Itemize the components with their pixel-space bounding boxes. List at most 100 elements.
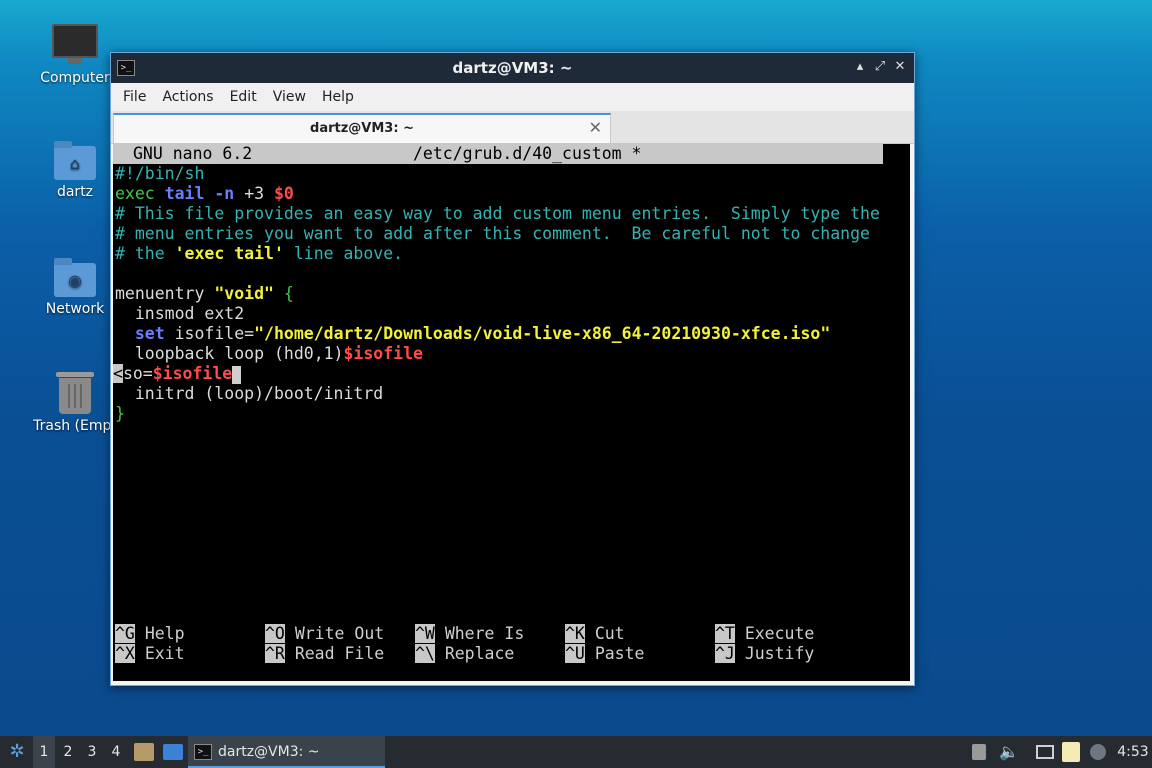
code-text: "/home/dartz/Downloads/void-live-x86_64-…: [254, 324, 831, 343]
code-line-4: # menu entries you want to add after thi…: [115, 224, 870, 244]
shortcut-key: ^X: [115, 644, 135, 663]
desktop-icon-home[interactable]: ⌂ dartz: [30, 141, 120, 200]
code-line-11: <so=$isofile: [113, 364, 242, 384]
menu-view[interactable]: View: [265, 89, 314, 105]
menu-help[interactable]: Help: [314, 89, 362, 105]
code-text: tail: [164, 184, 205, 203]
code-text: 'exec tail': [174, 244, 284, 263]
code-text: #!/bin/sh: [115, 164, 205, 183]
tab-terminal[interactable]: dartz@VM3: ~ ✕: [113, 113, 611, 143]
shortcut-label: Write Out: [294, 624, 385, 643]
computer-icon: [52, 24, 98, 64]
shortcut-key: ^U: [565, 644, 585, 663]
close-button[interactable]: ✕: [891, 58, 909, 76]
shortcut-key: ^W: [415, 624, 435, 643]
shortcut-key: ^G: [115, 624, 135, 643]
code-text: isofile=: [164, 324, 255, 343]
shortcut-label: Replace: [444, 644, 515, 663]
terminal-content[interactable]: GNU nano 6.2 /etc/grub.d/40_custom * #!/…: [113, 144, 910, 681]
shortcut-help[interactable]: ^G Help: [115, 624, 185, 644]
code-text: set: [134, 324, 165, 343]
window-titlebar[interactable]: >_ dartz@VM3: ~ ▴ ⤢ ✕: [111, 53, 914, 83]
file-manager-icon[interactable]: [134, 743, 154, 761]
nano-title-bar: GNU nano 6.2 /etc/grub.d/40_custom *: [113, 144, 883, 164]
network-folder-icon: ◉: [54, 258, 96, 297]
shortcut-label: Exit: [144, 644, 185, 663]
terminal-app-icon: >_: [194, 744, 212, 760]
desktop-icon-label: Computer: [40, 70, 110, 86]
clock[interactable]: 4:53: [1116, 736, 1150, 768]
notification-icon[interactable]: [1090, 744, 1106, 760]
home-folder-icon: ⌂: [54, 141, 96, 180]
network-icon[interactable]: [1036, 745, 1054, 759]
shortcut-read-file[interactable]: ^R Read File: [265, 644, 384, 664]
shortcut-label: Execute: [744, 624, 815, 643]
minimize-button[interactable]: ▴: [851, 58, 869, 76]
maximize-button[interactable]: ⤢: [871, 58, 889, 76]
code-line-9: set isofile="/home/dartz/Downloads/void-…: [115, 324, 830, 344]
code-text: $isofile: [152, 364, 233, 383]
code-line-12: initrd (loop)/boot/initrd: [115, 384, 383, 404]
shortcut-exit[interactable]: ^X Exit: [115, 644, 185, 664]
workspace-3[interactable]: 3: [81, 736, 103, 768]
clipboard-icon[interactable]: [972, 744, 986, 760]
desktop-icon-trash[interactable]: Trash (Empt: [30, 372, 120, 434]
tab-label: dartz@VM3: ~: [310, 121, 414, 136]
code-line-10: loopback loop (hd0,1)$isofile: [115, 344, 423, 364]
menu-file[interactable]: File: [115, 89, 154, 105]
shortcut-cut[interactable]: ^K Cut: [565, 624, 625, 644]
code-text: loopback loop: [115, 344, 274, 363]
trash-icon: [56, 372, 94, 414]
code-text: (loop): [204, 384, 265, 403]
shortcut-justify[interactable]: ^J Justify: [715, 644, 814, 664]
shortcut-label: Paste: [594, 644, 645, 663]
code-text: exec: [115, 184, 155, 203]
code-text: line above.: [283, 244, 404, 263]
notes-icon[interactable]: [1062, 742, 1080, 762]
code-text: menuentry: [115, 284, 215, 303]
terminal-window: >_ dartz@VM3: ~ ▴ ⤢ ✕ File Actions Edit …: [110, 52, 915, 686]
code-text: # menu entries you want to add after thi…: [115, 224, 870, 243]
code-line-2: exec tail -n +3 $0: [115, 184, 294, 204]
shortcut-write-out[interactable]: ^O Write Out: [265, 624, 384, 644]
code-text: # the: [115, 244, 175, 263]
code-line-8: insmod ext2: [115, 304, 244, 324]
code-text: insmod ext2: [115, 304, 245, 323]
app-menu-icon[interactable]: ✲: [4, 736, 30, 768]
shortcut-label: Cut: [594, 624, 625, 643]
volume-icon[interactable]: 🔈: [998, 736, 1020, 768]
shortcut-paste[interactable]: ^U Paste: [565, 644, 644, 664]
shortcut-execute[interactable]: ^T Execute: [715, 624, 814, 644]
desktop-icon-label: Trash (Empt: [33, 418, 117, 434]
shortcut-label: Justify: [744, 644, 815, 663]
shortcut-key: ^J: [715, 644, 735, 663]
code-text: initrd: [115, 384, 205, 403]
workspace-4[interactable]: 4: [105, 736, 127, 768]
menu-edit[interactable]: Edit: [222, 89, 265, 105]
desktop-icon-computer[interactable]: Computer: [30, 24, 120, 86]
taskbar-task-terminal[interactable]: >_ dartz@VM3: ~: [188, 736, 385, 768]
workspace-2[interactable]: 2: [57, 736, 79, 768]
code-text: -n: [214, 184, 235, 203]
desktop-icon-label: dartz: [56, 184, 94, 200]
shortcut-key: ^O: [265, 624, 285, 643]
shortcut-where-is[interactable]: ^W Where Is: [415, 624, 524, 644]
nano-filename: /etc/grub.d/40_custom *: [413, 144, 642, 163]
taskbar: ✲ 1 2 3 4 >_ dartz@VM3: ~ 🔈 4:53: [0, 736, 1152, 768]
workspace-1[interactable]: 1: [33, 736, 55, 768]
code-text: $0: [274, 184, 294, 203]
menu-actions[interactable]: Actions: [154, 89, 221, 105]
code-text: (hd0,1): [273, 344, 344, 363]
tab-bar: dartz@VM3: ~ ✕: [111, 111, 914, 144]
shortcut-key: ^K: [565, 624, 585, 643]
tab-close-icon[interactable]: ✕: [589, 118, 602, 137]
code-text: "void": [214, 284, 274, 303]
shortcut-replace[interactable]: ^\ Replace: [415, 644, 514, 664]
code-line-13: }: [115, 404, 125, 424]
code-text: }: [115, 404, 125, 423]
show-desktop-icon[interactable]: [163, 744, 183, 760]
code-text: /boot/initrd: [264, 384, 384, 403]
shortcut-key: ^T: [715, 624, 735, 643]
menubar: File Actions Edit View Help: [111, 83, 914, 111]
desktop-icon-network[interactable]: ◉ Network: [30, 258, 120, 317]
